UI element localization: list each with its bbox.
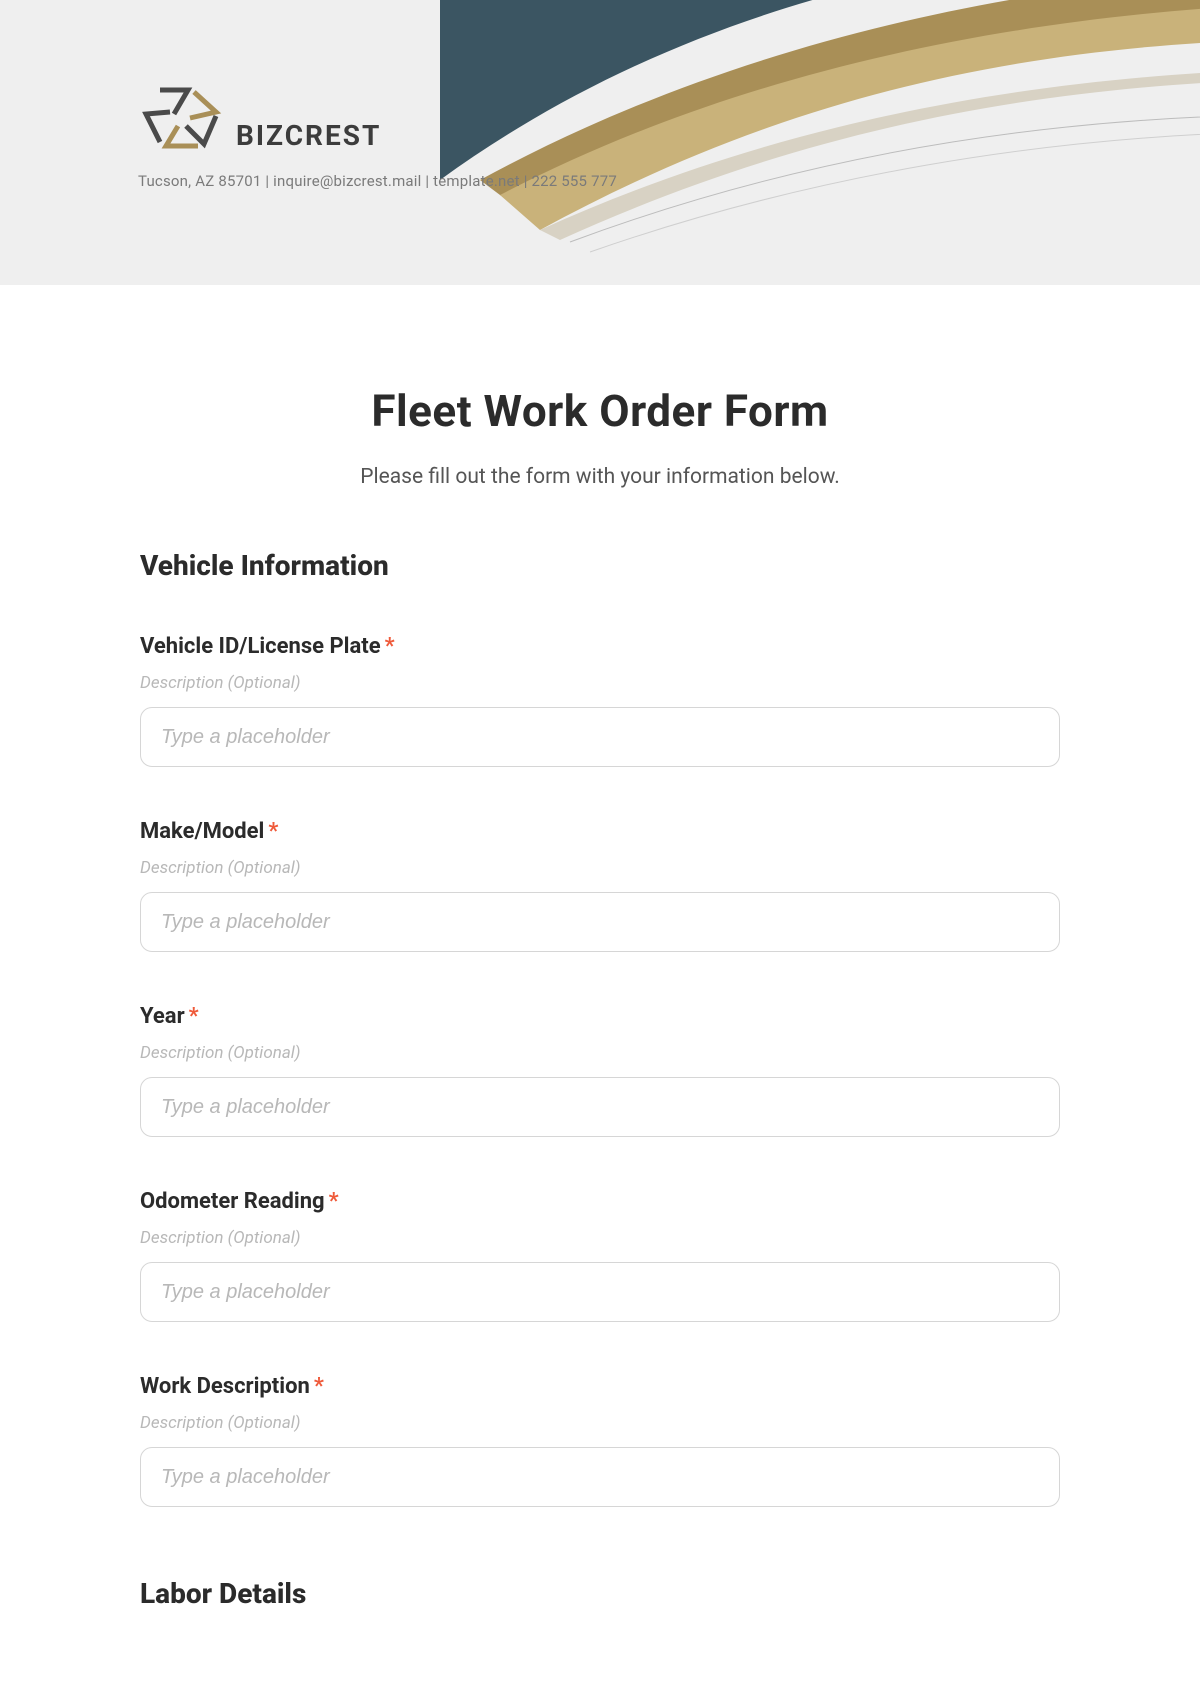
brand-name: BIZCREST (236, 119, 381, 158)
required-asterisk-icon: * (189, 1004, 199, 1029)
field-label: Work Description* (140, 1374, 1060, 1399)
bizcrest-logo-icon (138, 78, 228, 158)
label-text: Odometer Reading (140, 1189, 325, 1214)
header-band: BIZCREST Tucson, AZ 85701 | inquire@bizc… (0, 0, 1200, 285)
work-description-input[interactable] (140, 1447, 1060, 1507)
field-description: Description (Optional) (140, 673, 1060, 693)
section-labor-details: Labor Details (140, 1577, 1060, 1610)
label-text: Year (140, 1004, 185, 1029)
field-vehicle-id: Vehicle ID/License Plate* Description (O… (140, 634, 1060, 767)
form-subtitle: Please fill out the form with your infor… (140, 465, 1060, 489)
page-root: BIZCREST Tucson, AZ 85701 | inquire@bizc… (0, 0, 1200, 1700)
required-asterisk-icon: * (385, 634, 395, 659)
brand-block: BIZCREST Tucson, AZ 85701 | inquire@bizc… (138, 78, 617, 190)
form-content: Fleet Work Order Form Please fill out th… (140, 285, 1060, 1610)
odometer-input[interactable] (140, 1262, 1060, 1322)
field-make-model: Make/Model* Description (Optional) (140, 819, 1060, 952)
field-year: Year* Description (Optional) (140, 1004, 1060, 1137)
field-label: Vehicle ID/License Plate* (140, 634, 1060, 659)
label-text: Vehicle ID/License Plate (140, 634, 381, 659)
section-vehicle-information: Vehicle Information (140, 549, 1060, 582)
label-text: Make/Model (140, 819, 264, 844)
vehicle-id-input[interactable] (140, 707, 1060, 767)
field-description: Description (Optional) (140, 858, 1060, 878)
field-description: Description (Optional) (140, 1413, 1060, 1433)
label-text: Work Description (140, 1374, 310, 1399)
field-work-description: Work Description* Description (Optional) (140, 1374, 1060, 1507)
make-model-input[interactable] (140, 892, 1060, 952)
field-description: Description (Optional) (140, 1228, 1060, 1248)
field-odometer: Odometer Reading* Description (Optional) (140, 1189, 1060, 1322)
year-input[interactable] (140, 1077, 1060, 1137)
field-label: Make/Model* (140, 819, 1060, 844)
field-label: Year* (140, 1004, 1060, 1029)
required-asterisk-icon: * (268, 819, 278, 844)
form-title: Fleet Work Order Form (140, 385, 1060, 437)
brand-subline: Tucson, AZ 85701 | inquire@bizcrest.mail… (138, 172, 617, 190)
required-asterisk-icon: * (329, 1189, 339, 1214)
required-asterisk-icon: * (314, 1374, 324, 1399)
field-label: Odometer Reading* (140, 1189, 1060, 1214)
field-description: Description (Optional) (140, 1043, 1060, 1063)
brand-row: BIZCREST (138, 78, 617, 158)
